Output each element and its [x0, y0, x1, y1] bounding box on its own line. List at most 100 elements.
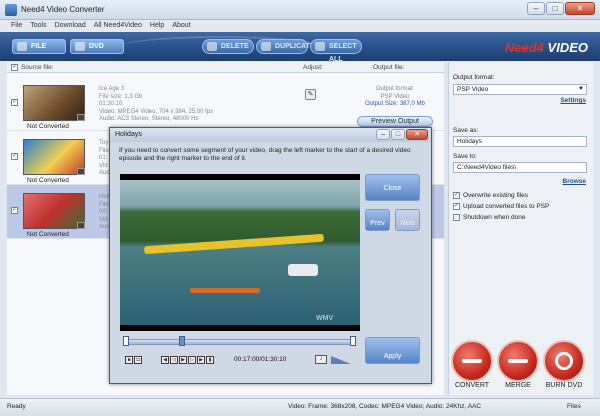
- snapshot-icon[interactable]: ◘: [134, 356, 142, 364]
- apply-label: Apply: [383, 353, 402, 360]
- trim-dialog: Holidays – □ ✕ If you need to convert so…: [109, 127, 432, 384]
- shutdown-checkbox[interactable]: [453, 214, 460, 221]
- seaplane-floats: [190, 288, 260, 293]
- settings-link[interactable]: Settings: [560, 97, 586, 104]
- prev-label: Prev: [370, 220, 385, 227]
- row-output-size: Output Size: 387,0 Mb: [365, 101, 425, 107]
- merge-button[interactable]: [497, 340, 539, 382]
- save-to-value: C:\Need4Video files\: [457, 164, 517, 171]
- upload-psp-option[interactable]: ✓ Upload converted files to PSP: [453, 203, 549, 210]
- row-checkbox[interactable]: ✓: [11, 207, 18, 214]
- convert-button[interactable]: [451, 340, 493, 382]
- video-preview: WMV: [120, 174, 360, 331]
- menu-download[interactable]: Download: [55, 20, 86, 32]
- end-marker[interactable]: [350, 336, 356, 346]
- forward-icon[interactable]: ▶: [197, 356, 205, 364]
- burn-dvd-button[interactable]: [543, 340, 585, 382]
- logo-main: Need4: [504, 40, 544, 55]
- dialog-instructions: If you need to convert some segment of y…: [119, 147, 411, 162]
- dvd-icon: [75, 42, 85, 51]
- shutdown-option[interactable]: Shutdown when done: [453, 214, 526, 221]
- select-all-checkbox[interactable]: ✓: [11, 64, 18, 71]
- logo-sub: VIDEO: [547, 40, 588, 55]
- volume-icon[interactable]: ♪: [315, 355, 327, 364]
- row-title: Ice Age 3: [99, 86, 125, 92]
- close-button[interactable]: ✕: [565, 2, 595, 15]
- row-status: Not Converted: [27, 231, 69, 238]
- save-as-input[interactable]: Holidays: [453, 136, 587, 147]
- menu-all-need4video[interactable]: All Need4Video: [94, 20, 142, 32]
- row-output-format-label: Output format:: [375, 86, 415, 92]
- row-status: Not Converted: [27, 123, 69, 130]
- burn-dvd-label: BURN DVD: [545, 382, 583, 389]
- select-all-icon: [315, 42, 325, 51]
- convert-arrows-icon: [462, 359, 482, 363]
- end-icon[interactable]: ▮: [206, 356, 214, 364]
- prev-frame-icon[interactable]: ◁: [170, 356, 178, 364]
- menu-tools[interactable]: Tools: [30, 20, 46, 32]
- trim-timeline[interactable]: [123, 336, 356, 346]
- volume-slider[interactable]: [331, 356, 351, 364]
- boat: [288, 264, 318, 276]
- row-file-size: File size: 1,3 Gb: [99, 93, 143, 100]
- shutdown-label: Shutdown when done: [463, 214, 526, 221]
- maximize-button[interactable]: □: [546, 2, 564, 15]
- start-marker[interactable]: [123, 336, 129, 346]
- row-status: Not Converted: [27, 177, 69, 184]
- output-file-header: Output file:: [373, 64, 405, 71]
- dialog-minimize-button[interactable]: –: [376, 129, 390, 140]
- file-icon: [17, 42, 27, 51]
- menu-file[interactable]: File: [11, 20, 22, 32]
- adjust-header: Adjust:: [303, 64, 323, 71]
- dialog-close-button[interactable]: ✕: [406, 129, 428, 140]
- file-row-ice-age[interactable]: ✓ Not Converted Ice Age 3 File size: 1,3…: [7, 77, 444, 131]
- playhead-marker[interactable]: [179, 336, 185, 346]
- row-checkbox[interactable]: ✓: [11, 153, 18, 160]
- status-files: Files: [567, 403, 581, 410]
- browse-link[interactable]: Browse: [563, 178, 586, 185]
- playback-controls: ■ ◘ ◀ ◁ ▶ ▷ ▶ ▮: [125, 356, 214, 364]
- output-format-select[interactable]: PSP Video ▼: [453, 84, 587, 95]
- status-media-info: Video: Frame: 368x208, Codec: MPEG4 Vide…: [288, 403, 482, 410]
- stop-icon[interactable]: ■: [125, 356, 133, 364]
- next-frame-icon[interactable]: ▷: [188, 356, 196, 364]
- output-format-label: Output format:: [453, 74, 495, 81]
- overwrite-option[interactable]: ✓ Overwrite existing files: [453, 192, 528, 199]
- upload-psp-checkbox[interactable]: ✓: [453, 203, 460, 210]
- delete-icon: [207, 42, 217, 51]
- duplicate-icon: [261, 42, 271, 51]
- dialog-maximize-button[interactable]: □: [391, 129, 405, 140]
- edit-icon[interactable]: ✎: [305, 89, 316, 100]
- select-all-button-label: SELECT ALL: [329, 43, 357, 63]
- row-video-info: Video: MPEG4 Video, 704 x 384, 25.00 fps: [99, 108, 214, 115]
- row-info: Ice Age 3 File size: 1,3 Gb 01:30:10 Vid…: [99, 86, 213, 124]
- next-label: Next: [400, 220, 415, 227]
- menu-help[interactable]: Help: [150, 20, 164, 32]
- next-button[interactable]: Next: [395, 209, 420, 231]
- apply-button[interactable]: Apply: [365, 337, 420, 364]
- save-to-input[interactable]: C:\Need4Video files\: [453, 162, 587, 173]
- duplicate-button[interactable]: DUPLICATE: [256, 39, 315, 54]
- select-all-button[interactable]: SELECT ALL: [310, 39, 362, 63]
- window-title: Need4 Video Converter: [21, 5, 105, 14]
- save-to-label: Save to:: [453, 153, 477, 160]
- file-button[interactable]: FILE: [12, 39, 66, 54]
- overwrite-checkbox[interactable]: ✓: [453, 192, 460, 199]
- preview-output-button[interactable]: Preview Output: [357, 116, 433, 127]
- delete-button[interactable]: DELETE: [202, 39, 254, 54]
- prev-button[interactable]: Prev: [365, 209, 390, 231]
- play-icon[interactable]: ▶: [179, 356, 187, 364]
- row-checkbox[interactable]: ✓: [11, 99, 18, 106]
- menu-about[interactable]: About: [172, 20, 190, 32]
- film-icon: [77, 222, 85, 229]
- merge-arrows-icon: [508, 359, 528, 363]
- rewind-icon[interactable]: ◀: [161, 356, 169, 364]
- dvd-button[interactable]: DVD: [70, 39, 124, 54]
- file-button-label: FILE: [31, 43, 47, 50]
- toolbar: FILE DVD DELETE DUPLICATE SELECT ALL Nee…: [0, 32, 600, 63]
- dialog-close-action-button[interactable]: Close: [365, 174, 420, 201]
- minimize-button[interactable]: –: [527, 2, 545, 15]
- delete-button-label: DELETE: [221, 43, 249, 50]
- disc-icon: [555, 352, 573, 370]
- status-ready: Ready: [7, 403, 26, 410]
